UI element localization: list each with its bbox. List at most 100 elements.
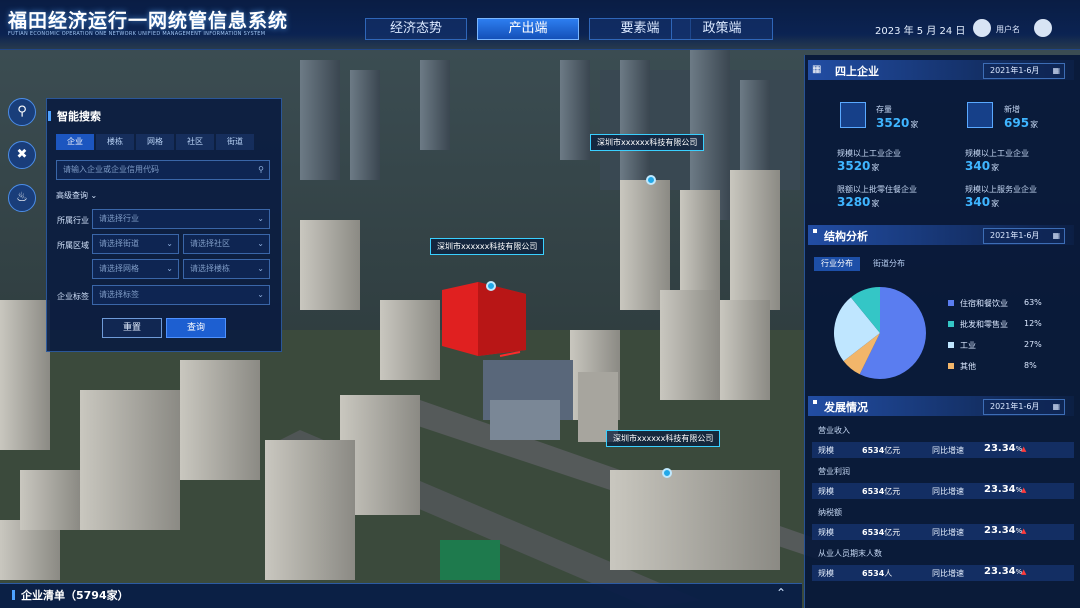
scale-value: 6534亿元 (862, 528, 901, 537)
growth-value: 23.34% (984, 525, 1023, 536)
stat-label: 限额以上批零住餐企业 (837, 185, 917, 194)
metric-name: 营业收入 (818, 426, 850, 435)
chevron-down-icon: ⌄ (90, 191, 98, 200)
growth-label: 同比增速 (932, 569, 964, 578)
legend-percent: 8% (1024, 361, 1037, 370)
tab-street-distribution[interactable]: 街道分布 (866, 257, 912, 271)
up-arrow-icon: ▲ (1021, 527, 1027, 535)
scale-label: 规模 (818, 569, 834, 578)
grid-select[interactable]: 请选择网格 ⌄ (92, 259, 179, 279)
stat-label: 规模以上工业企业 (837, 149, 901, 158)
chevron-down-icon: ⌄ (257, 239, 264, 248)
search-panel-title: 智能搜索 (48, 108, 101, 124)
map-pin-icon[interactable] (662, 468, 672, 478)
stat-value: 340家 (965, 159, 1000, 173)
legend-item: 批发和零售业 (948, 319, 1008, 330)
scale-label: 规模 (818, 487, 834, 496)
growth-value: 23.34% (984, 443, 1023, 454)
building-icon: ▦ (812, 64, 822, 75)
tab-output[interactable]: 产出端 (477, 18, 579, 40)
stat-label: 规模以上工业企业 (965, 149, 1029, 158)
calendar-icon: ▦ (1052, 231, 1060, 240)
street-select[interactable]: 请选择街道 ⌄ (92, 234, 179, 254)
structure-date-picker[interactable]: 2021年1-6月 ▦ (983, 228, 1065, 244)
stat-value: 340家 (965, 195, 1000, 209)
map-pin-icon[interactable] (646, 175, 656, 185)
map-pin-icon[interactable] (486, 281, 496, 291)
calendar-icon: ▦ (1052, 66, 1060, 75)
app-subtitle: FUTIAN ECONOMIC OPERATION ONE NETWORK UN… (8, 31, 266, 37)
legend-percent: 27% (1024, 340, 1042, 349)
new-building-icon (967, 102, 993, 128)
search-tab-street[interactable]: 街道 (216, 134, 254, 150)
growth-value: 23.34% (984, 566, 1023, 577)
calendar-icon: ▦ (1052, 402, 1060, 411)
query-button[interactable]: 查询 (166, 318, 226, 338)
chevron-down-icon: ⌄ (257, 214, 264, 223)
legend-item: 工业 (948, 340, 976, 351)
advanced-query-toggle[interactable]: 高级查询 ⌄ (56, 190, 97, 201)
scale-value: 6534人 (862, 569, 893, 578)
search-tab-community[interactable]: 社区 (176, 134, 214, 150)
search-tab-grid[interactable]: 网格 (136, 134, 174, 150)
map-company-label[interactable]: 深圳市xxxxxx科技有限公司 (430, 238, 545, 255)
growth-value: 23.34% (984, 484, 1023, 495)
tab-economic-situation[interactable]: 经济态势 (365, 18, 467, 40)
chevron-down-icon: ⌄ (257, 290, 264, 299)
reset-button[interactable]: 重置 (102, 318, 162, 338)
region-label: 所属区域 (57, 241, 89, 250)
search-tab-enterprise[interactable]: 企业 (56, 134, 94, 150)
scale-value: 6534亿元 (862, 446, 901, 455)
building-select[interactable]: 请选择楼栋 ⌄ (183, 259, 270, 279)
stat-value: 3520家 (837, 159, 880, 173)
expand-up-icon[interactable]: ⌃ (776, 586, 786, 600)
development-date-picker[interactable]: 2021年1-6月 ▦ (983, 399, 1065, 415)
magnifier-icon[interactable]: ⚲ (258, 161, 264, 179)
scale-label: 规模 (818, 446, 834, 455)
search-tab-building[interactable]: 楼栋 (96, 134, 134, 150)
growth-label: 同比增速 (932, 487, 964, 496)
tag-label: 企业标签 (57, 292, 89, 301)
industry-select[interactable]: 请选择行业 ⌄ (92, 209, 270, 229)
legend-swatch (948, 363, 954, 369)
chevron-down-icon: ⌄ (166, 264, 173, 273)
legend-item: 住宿和餐饮业 (948, 298, 1008, 309)
community-select[interactable]: 请选择社区 ⌄ (183, 234, 270, 254)
bell-icon[interactable]: ♨ (8, 184, 36, 212)
chevron-down-icon: ⌄ (166, 239, 173, 248)
tag-select[interactable]: 请选择标签 ⌄ (92, 285, 270, 305)
tab-policy[interactable]: 政策端 (671, 18, 773, 40)
legend-percent: 63% (1024, 298, 1042, 307)
current-date: 2023 年 5 月 24 日 (875, 26, 966, 37)
legend-percent: 12% (1024, 319, 1042, 328)
up-arrow-icon: ▲ (1021, 445, 1027, 453)
map-company-label[interactable]: 深圳市xxxxxx科技有限公司 (606, 430, 721, 447)
metric-name: 从业人员期末人数 (818, 549, 882, 558)
industry-pie-chart (834, 287, 926, 379)
username[interactable]: 用户名 (996, 24, 1020, 35)
user-avatar[interactable] (973, 19, 991, 37)
legend-swatch (948, 300, 954, 306)
scale-label: 规模 (818, 528, 834, 537)
enterprise-list-title: 企业清单（5794家） (12, 587, 129, 603)
growth-label: 同比增速 (932, 446, 964, 455)
industry-label: 所属行业 (57, 216, 89, 225)
search-icon[interactable]: ⚲ (8, 98, 36, 126)
search-input[interactable]: 请输入企业或企业信用代码 ⚲ (56, 160, 270, 180)
enterprise-section-title: 四上企业 (835, 65, 879, 78)
up-arrow-icon: ▲ (1021, 486, 1027, 494)
enterprise-date-picker[interactable]: 2021年1-6月 ▦ (983, 63, 1065, 79)
stat-value: 3280家 (837, 195, 880, 209)
tab-industry-distribution[interactable]: 行业分布 (814, 257, 860, 271)
legend-swatch (948, 321, 954, 327)
tools-icon[interactable]: ✖ (8, 141, 36, 169)
search-input-placeholder: 请输入企业或企业信用代码 (63, 165, 159, 174)
growth-label: 同比增速 (932, 528, 964, 537)
stock-label: 存量 (876, 105, 892, 114)
settings-icon[interactable] (1034, 19, 1052, 37)
legend-item: 其他 (948, 361, 976, 372)
stock-building-icon (840, 102, 866, 128)
legend-swatch (948, 342, 954, 348)
chevron-down-icon: ⌄ (257, 264, 264, 273)
map-company-label[interactable]: 深圳市xxxxxx科技有限公司 (590, 134, 705, 151)
